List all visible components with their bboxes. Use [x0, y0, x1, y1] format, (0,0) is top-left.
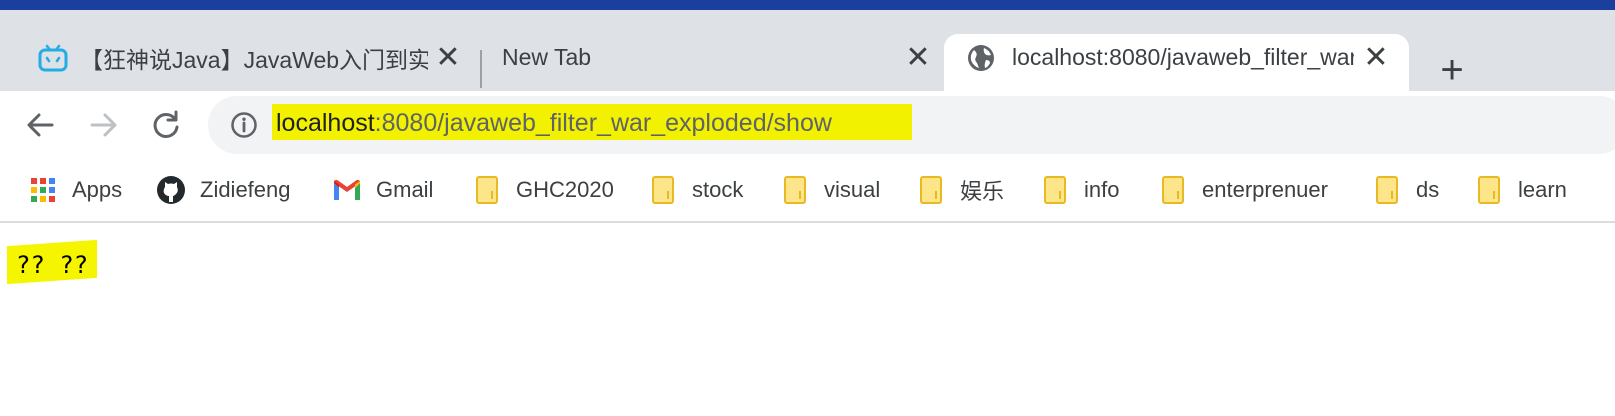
bookmark-folder-ghc2020[interactable]: GHC2020: [472, 172, 614, 208]
bookmark-label: enterprenuer: [1202, 177, 1328, 202]
bookmark-folder-enterprenuer[interactable]: enterprenuer: [1158, 172, 1328, 208]
info-icon[interactable]: [230, 111, 258, 139]
bookmark-label: visual: [824, 177, 881, 202]
page-content: ?? ??: [0, 225, 1615, 416]
gmail-icon: [332, 175, 362, 205]
bilibili-icon: [38, 43, 68, 73]
github-icon: [156, 175, 186, 205]
bookmark-label: learn: [1518, 177, 1567, 202]
bookmark-label: ds: [1416, 177, 1440, 202]
new-tab-plus-icon[interactable]: +: [1430, 48, 1474, 92]
bookmark-label: info: [1084, 177, 1120, 202]
address-bar[interactable]: localhost:8080/javaweb_filter_war_explod…: [208, 96, 1615, 154]
url-path: :8080/javaweb_filter_war_exploded/show: [374, 109, 832, 137]
browser-toolbar: localhost:8080/javaweb_filter_war_explod…: [0, 91, 1615, 161]
tab-strip: 【狂神说Java】JavaWeb入门到实战 ✕ New Tab ✕ localh…: [0, 10, 1615, 101]
bookmark-apps[interactable]: Apps: [28, 172, 122, 208]
bookmark-folder-visual[interactable]: visual: [780, 172, 880, 208]
tab-title: New Tab: [502, 44, 592, 70]
bookmark-label: Gmail: [376, 177, 434, 202]
tab-title: localhost:8080/javaweb_filter_war_explod…: [1012, 44, 1354, 70]
bookmark-folder-ds[interactable]: ds: [1372, 172, 1439, 208]
bookmark-gmail[interactable]: Gmail: [332, 172, 433, 208]
apps-grid-icon: [28, 175, 58, 205]
bookmark-folder-entertainment[interactable]: 娱乐: [916, 172, 1004, 208]
close-tab-icon[interactable]: ✕: [1356, 24, 1396, 91]
reload-icon[interactable]: [146, 105, 186, 145]
bookmark-folder-learn[interactable]: learn: [1474, 172, 1615, 208]
folder-icon: [472, 175, 502, 205]
bookmark-zidiefeng[interactable]: Zidiefeng: [156, 172, 291, 208]
close-tab-icon[interactable]: ✕: [898, 24, 938, 91]
url-host: localhost: [276, 109, 375, 137]
page-body-text: ?? ??: [16, 251, 89, 279]
tab-localhost[interactable]: localhost:8080/javaweb_filter_war_explod…: [966, 24, 1396, 91]
folder-icon: [648, 175, 678, 205]
bookmarks-bar: Apps Zidiefeng Gmail GHC2020 stock visua…: [0, 161, 1615, 223]
tab-bilibili[interactable]: 【狂神说Java】JavaWeb入门到实战 ✕: [38, 24, 468, 91]
tab-new-tab[interactable]: New Tab ✕: [500, 24, 938, 91]
bookmark-label: 娱乐: [960, 179, 1005, 204]
folder-icon: [1158, 175, 1188, 205]
back-arrow-icon[interactable]: [20, 105, 60, 145]
forward-arrow-icon[interactable]: [84, 105, 124, 145]
globe-icon: [966, 43, 996, 73]
tab-title: 【狂神说Java】JavaWeb入门到实战: [80, 46, 428, 73]
tab-separator: [480, 50, 482, 88]
bookmark-label: GHC2020: [516, 177, 614, 202]
bookmark-folder-info[interactable]: info: [1040, 172, 1119, 208]
folder-icon: [1372, 175, 1402, 205]
bookmark-label: stock: [692, 177, 744, 202]
window-top-stripe: [0, 0, 1615, 10]
folder-icon: [1474, 175, 1504, 205]
folder-icon: [916, 175, 946, 205]
bookmark-label: Apps: [72, 177, 123, 202]
bookmark-label: Zidiefeng: [200, 177, 291, 202]
close-tab-icon[interactable]: ✕: [428, 24, 468, 91]
folder-icon: [780, 175, 810, 205]
folder-icon: [1040, 175, 1070, 205]
url-text[interactable]: localhost:8080/javaweb_filter_war_explod…: [276, 109, 832, 138]
bookmark-folder-stock[interactable]: stock: [648, 172, 743, 208]
